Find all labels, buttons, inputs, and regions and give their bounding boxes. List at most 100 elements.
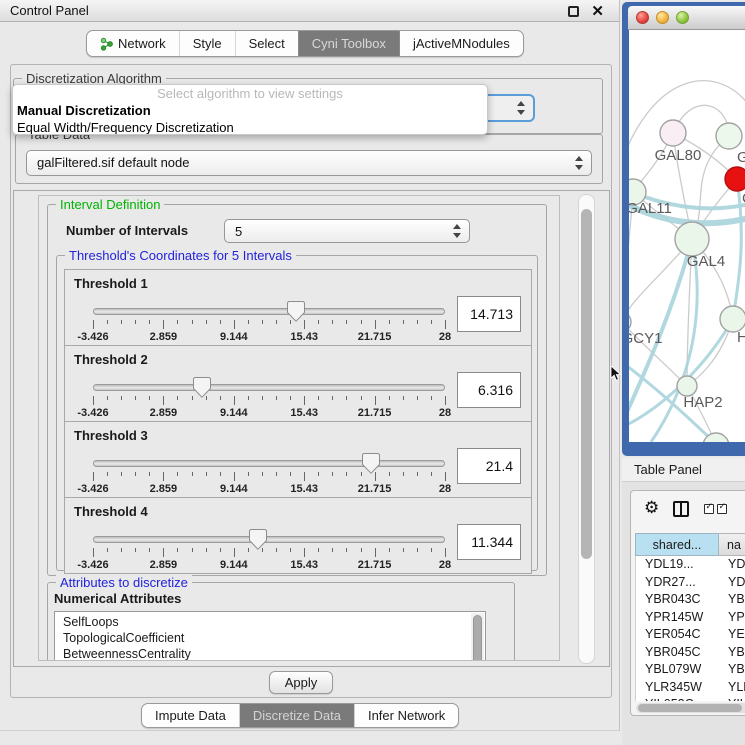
attribute-list-item[interactable]: BetweennessCentrality: [55, 646, 469, 661]
network-node-gcy1[interactable]: [629, 312, 631, 332]
tab-impute-data[interactable]: Impute Data: [142, 704, 239, 727]
table-row[interactable]: YLR345WYLR3: [636, 679, 745, 697]
table-row[interactable]: YBR043CYBR0: [636, 591, 745, 609]
table-row[interactable]: YER054CYER0: [636, 626, 745, 644]
network-canvas[interactable]: GAL80GACGAL11GAL4GCY1HHAP2: [629, 30, 745, 442]
thresholds-coordinates-group-title: Threshold's Coordinates for 5 Intervals: [65, 248, 296, 263]
table-cell[interactable]: YDR2: [720, 574, 745, 592]
float-window-icon[interactable]: [568, 6, 579, 17]
table-row[interactable]: YIL052CYIL0: [636, 696, 745, 701]
tab-style[interactable]: Style: [179, 31, 235, 56]
column-header-shared-name[interactable]: shared...: [635, 533, 719, 556]
table-cell[interactable]: YBR043C: [636, 591, 720, 609]
network-node-gal80[interactable]: [660, 120, 686, 146]
table-row[interactable]: YDL19...YDL1: [636, 556, 745, 574]
slider-track[interactable]: [93, 384, 445, 391]
node-label: H: [737, 329, 745, 346]
node-label: HAP2: [683, 394, 722, 411]
columns-icon[interactable]: [673, 501, 689, 517]
table-panel-title: Table Panel: [634, 458, 702, 482]
network-node-ga[interactable]: [716, 123, 742, 149]
table-row[interactable]: YBR045CYBR0: [636, 644, 745, 662]
table-cell[interactable]: YLR345W: [636, 679, 720, 697]
network-window-titlebar[interactable]: [628, 6, 745, 30]
node-label: GA: [737, 149, 745, 166]
threshold-2-value-field[interactable]: 6.316: [457, 372, 521, 408]
attribute-list-item[interactable]: TopologicalCoefficient: [55, 630, 469, 646]
table-cell[interactable]: YER0: [720, 626, 745, 644]
settings-vertical-scrollbar[interactable]: [578, 194, 595, 664]
table-cell[interactable]: YDR27...: [636, 574, 720, 592]
slider-track[interactable]: [93, 536, 445, 543]
slider-thumb[interactable]: [287, 301, 305, 322]
table-cell[interactable]: YIL052C: [636, 696, 720, 701]
table-row[interactable]: YPR145WYPR1: [636, 609, 745, 627]
attributes-list-scrollbar[interactable]: [471, 613, 484, 661]
network-node-hap2[interactable]: [677, 376, 697, 396]
dropdown-hint: Select algorithm to view settings: [13, 85, 487, 102]
table-row[interactable]: YDR27...YDR2: [636, 574, 745, 592]
attribute-list-item[interactable]: SelfLoops: [55, 614, 469, 630]
slider-thumb[interactable]: [362, 453, 380, 474]
scrollbar-thumb[interactable]: [473, 615, 482, 661]
minimize-traffic-light-icon[interactable]: [656, 11, 669, 24]
tab-discretize-data[interactable]: Discretize Data: [239, 704, 354, 727]
number-of-intervals-combobox[interactable]: 5: [224, 219, 470, 243]
close-icon[interactable]: ✕: [591, 1, 604, 23]
tab-label: Style: [193, 36, 222, 51]
slider-thumb[interactable]: [193, 377, 211, 398]
table-cell[interactable]: YLR3: [720, 679, 745, 697]
zoom-traffic-light-icon[interactable]: [676, 11, 689, 24]
threshold-4-value-field[interactable]: 11.344: [457, 524, 521, 560]
tab-network[interactable]: Network: [87, 31, 179, 56]
table-cell[interactable]: YBR0: [720, 591, 745, 609]
threshold-1-value-field[interactable]: 14.713: [457, 296, 521, 332]
number-of-intervals-label: Number of Intervals: [66, 223, 188, 238]
tab-infer-network[interactable]: Infer Network: [354, 704, 458, 727]
control-panel-titlebar: Control Panel ✕: [0, 0, 619, 22]
scrollbar-thumb[interactable]: [581, 209, 592, 559]
threshold-3-value-field[interactable]: 21.4: [457, 448, 521, 484]
tab-select[interactable]: Select: [235, 31, 298, 56]
table-cell[interactable]: YBL0: [720, 661, 745, 679]
table-cell[interactable]: YER054C: [636, 626, 720, 644]
apply-button[interactable]: Apply: [269, 671, 333, 694]
tab-cyni-toolbox[interactable]: Cyni Toolbox: [298, 31, 399, 56]
table-horizontal-scrollbar[interactable]: [636, 703, 745, 713]
gear-icon[interactable]: ⚙: [644, 498, 659, 518]
table-data-combobox[interactable]: galFiltered.sif default node: [26, 150, 592, 176]
table-cell[interactable]: YIL0: [720, 696, 745, 701]
numerical-attributes-label: Numerical Attributes: [54, 591, 181, 606]
tab-jactivemnodules[interactable]: jActiveMNodules: [399, 31, 523, 56]
threshold-2-slider[interactable]: -3.4262.8599.14415.4321.71528: [93, 374, 445, 420]
slider-scale-labels: -3.4262.8599.14415.4321.71528: [93, 483, 445, 496]
threshold-4-slider[interactable]: -3.4262.8599.14415.4321.71528: [93, 526, 445, 572]
table-cell[interactable]: YBR045C: [636, 644, 720, 662]
table-cell[interactable]: YBR0: [720, 644, 745, 662]
slider-scale-labels: -3.4262.8599.14415.4321.71528: [93, 559, 445, 572]
slider-track[interactable]: [93, 460, 445, 467]
threshold-3-panel: Threshold 3 -3.4262.8599.14415.4321.7152…: [64, 421, 532, 498]
table-cell[interactable]: YPR1: [720, 609, 745, 627]
select-columns-checkboxes-icon[interactable]: [704, 504, 727, 514]
network-node-gal4[interactable]: [675, 222, 709, 256]
table-row[interactable]: YBL079WYBL0: [636, 661, 745, 679]
numerical-attributes-items: SelfLoopsTopologicalCoefficientBetweenne…: [55, 614, 469, 661]
dropdown-option-manual-discretization[interactable]: Manual Discretization: [13, 102, 487, 119]
close-traffic-light-icon[interactable]: [636, 11, 649, 24]
threshold-1-slider[interactable]: -3.4262.8599.14415.4321.71528: [93, 298, 445, 344]
table-cell[interactable]: YDL19...: [636, 556, 720, 574]
table-cell[interactable]: YPR145W: [636, 609, 720, 627]
slider-track[interactable]: [93, 308, 445, 315]
slider-thumb[interactable]: [249, 529, 267, 550]
table-cell[interactable]: YBL079W: [636, 661, 720, 679]
network-node-c[interactable]: [725, 167, 745, 191]
network-icon: [100, 37, 113, 51]
combo-stepper-icon: [453, 224, 462, 238]
column-header-name[interactable]: na: [719, 533, 745, 556]
control-panel-title: Control Panel: [10, 0, 89, 22]
dropdown-option-equal-width-frequency[interactable]: Equal Width/Frequency Discretization: [13, 119, 487, 135]
scrollbar-thumb[interactable]: [638, 704, 742, 712]
threshold-3-slider[interactable]: -3.4262.8599.14415.4321.71528: [93, 450, 445, 496]
table-cell[interactable]: YDL1: [720, 556, 745, 574]
